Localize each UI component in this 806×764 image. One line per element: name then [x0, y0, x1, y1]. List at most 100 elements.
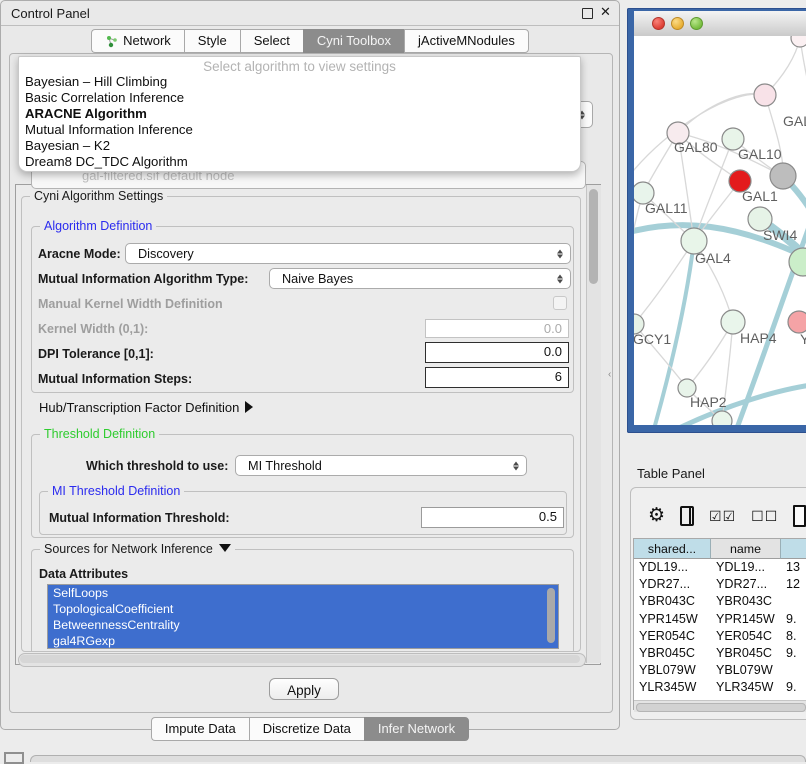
which-threshold-label: Which threshold to use:: [86, 459, 228, 473]
network-icon: [105, 35, 118, 48]
table-row[interactable]: YBR045CYBR045C9.: [634, 645, 806, 662]
table-row[interactable]: YER054CYER054C8.: [634, 628, 806, 645]
table-panel-title: Table Panel: [637, 466, 705, 481]
attribute-item-selected[interactable]: SelfLoops: [48, 585, 558, 601]
column-header[interactable]: A: [781, 539, 806, 559]
tab-infer-network[interactable]: Infer Network: [364, 717, 469, 741]
zoom-traffic-light-icon[interactable]: [690, 17, 703, 30]
tab-style[interactable]: Style: [184, 29, 240, 53]
mi-steps-label: Mutual Information Steps:: [38, 372, 192, 386]
table-row[interactable]: YDL19...YDL19...13: [634, 559, 806, 576]
dpi-tolerance-field[interactable]: 0.0: [425, 342, 569, 363]
column-header[interactable]: name: [711, 539, 781, 559]
table-row[interactable]: YDR27...YDR27...12: [634, 576, 806, 593]
table-cell: YBL079W: [634, 662, 711, 679]
collapsed-arrow-icon: [245, 401, 253, 413]
hub-definition-toggle[interactable]: Hub/Transcription Factor Definition: [39, 400, 253, 415]
which-threshold-value: MI Threshold: [248, 459, 322, 473]
node-table[interactable]: shared...nameAYDL19...YDL19...13YDR27...…: [633, 538, 806, 710]
tab-discretize-data[interactable]: Discretize Data: [249, 717, 364, 741]
node-salmon[interactable]: [788, 311, 806, 333]
table-cell: 13: [781, 559, 806, 576]
node-label: GAL1: [742, 188, 778, 204]
mi-steps-field[interactable]: 6: [425, 367, 569, 388]
gear-icon[interactable]: ⚙: [648, 506, 665, 526]
algorithm-option[interactable]: Bayesian – K2: [19, 138, 580, 154]
close-icon[interactable]: ✕: [600, 4, 611, 20]
scrollbar-thumb[interactable]: [636, 703, 806, 712]
node-label: GAL80: [674, 139, 718, 155]
node-bottom-partial[interactable]: [712, 411, 732, 425]
node-gray[interactable]: [770, 163, 796, 189]
table-cell: 12: [781, 576, 806, 593]
table-cell: YER054C: [634, 628, 711, 645]
table-cell: [781, 593, 806, 610]
table-row[interactable]: YBL079WYBL079W: [634, 662, 806, 679]
network-canvas[interactable]: GALGAL80GAL10GAL1GAL11SWI4GAL4GCY1HAP4YH…: [634, 36, 806, 425]
node-gal-pink[interactable]: [754, 84, 776, 106]
algorithm-option[interactable]: Bayesian – Hill Climbing: [19, 74, 580, 90]
aracne-mode-label: Aracne Mode:: [38, 247, 121, 261]
attribute-item-selected[interactable]: gal4RGexp: [48, 633, 558, 649]
table-cell: YPR145W: [634, 611, 711, 628]
network-edge: [678, 93, 765, 133]
tab-label: Select: [254, 30, 290, 52]
table-row[interactable]: YBR043CYBR043C: [634, 593, 806, 610]
unchecked-boxes-icon[interactable]: ☐☐: [751, 508, 778, 525]
mi-threshold-field[interactable]: 0.5: [421, 507, 564, 528]
apply-button[interactable]: Apply: [269, 678, 339, 700]
table-horizontal-scrollbar[interactable]: [634, 700, 806, 712]
network-edge: [634, 241, 694, 324]
aracne-mode-combo[interactable]: Discovery: [125, 243, 571, 264]
checked-boxes-icon[interactable]: ☑☑: [709, 508, 736, 525]
kernel-width-field[interactable]: 0.0: [425, 319, 569, 338]
tab-impute-data[interactable]: Impute Data: [151, 717, 249, 741]
data-attributes-list[interactable]: SelfLoopsTopologicalCoefficientBetweenne…: [47, 584, 559, 649]
split-pane-handle[interactable]: ‹: [608, 369, 611, 380]
scrollbar-thumb[interactable]: [20, 655, 580, 663]
document-icon[interactable]: [793, 505, 806, 527]
algorithm-option[interactable]: ARACNE Algorithm: [19, 106, 580, 122]
attribute-item-selected[interactable]: BetweennessCentrality: [48, 617, 558, 633]
algorithm-option[interactable]: Basic Correlation Inference: [19, 90, 580, 106]
cyni-bottom-tabbar: Impute DataDiscretize DataInfer Network: [1, 717, 619, 741]
algorithm-option[interactable]: Dream8 DC_TDC Algorithm: [19, 154, 580, 170]
table-cell: YDR27...: [634, 576, 711, 593]
column-header[interactable]: shared...: [634, 539, 711, 559]
tab-cyni-toolbox[interactable]: Cyni Toolbox: [303, 29, 404, 53]
tab-jactivemnodules[interactable]: jActiveMNodules: [404, 29, 529, 53]
algorithm-option[interactable]: Mutual Information Inference: [19, 122, 580, 138]
combo-arrows-icon: [513, 461, 519, 470]
close-traffic-light-icon[interactable]: [652, 17, 665, 30]
scrollbar-thumb[interactable]: [589, 189, 598, 284]
table-row[interactable]: YPR145WYPR145W9.: [634, 611, 806, 628]
control-panel-window: Control Panel ✕ NetworkStyle Select Cyni T…: [0, 0, 620, 730]
tab-network[interactable]: Network: [91, 29, 184, 53]
sources-group-title[interactable]: Sources for Network Inference: [40, 542, 235, 556]
tab-select[interactable]: Select: [240, 29, 303, 53]
minimize-traffic-light-icon[interactable]: [671, 17, 684, 30]
float-window-icon[interactable]: [582, 8, 593, 19]
which-threshold-combo[interactable]: MI Threshold: [235, 455, 527, 476]
settings-horizontal-scrollbar[interactable]: [18, 653, 586, 667]
mi-type-combo[interactable]: Naive Bayes: [269, 268, 571, 289]
minimized-panel-icon[interactable]: [4, 752, 24, 764]
algorithm-definition-title: Algorithm Definition: [40, 219, 156, 233]
table-cell: YBL079W: [711, 662, 781, 679]
table-row[interactable]: YLR345WYLR345W9.: [634, 679, 806, 696]
table-cell: 9.: [781, 645, 806, 662]
settings-vertical-scrollbar[interactable]: [586, 185, 601, 663]
control-panel-titlebar: Control Panel ✕: [1, 1, 619, 26]
attribute-item-selected[interactable]: TopologicalCoefficient: [48, 601, 558, 617]
node-label: GAL4: [695, 250, 731, 266]
table-cell: 8.: [781, 628, 806, 645]
algorithm-placeholder: Select algorithm to view settings: [19, 59, 580, 74]
manual-kernel-checkbox[interactable]: [553, 296, 567, 310]
node-top-partial[interactable]: [791, 36, 806, 47]
table-header-row: shared...nameA: [634, 539, 806, 559]
list-scrollbar-thumb[interactable]: [547, 588, 555, 643]
columns-icon[interactable]: [680, 506, 694, 526]
mi-threshold-label: Mutual Information Threshold:: [49, 511, 230, 525]
data-attributes-label: Data Attributes: [39, 567, 128, 581]
network-edge: [800, 38, 806, 111]
